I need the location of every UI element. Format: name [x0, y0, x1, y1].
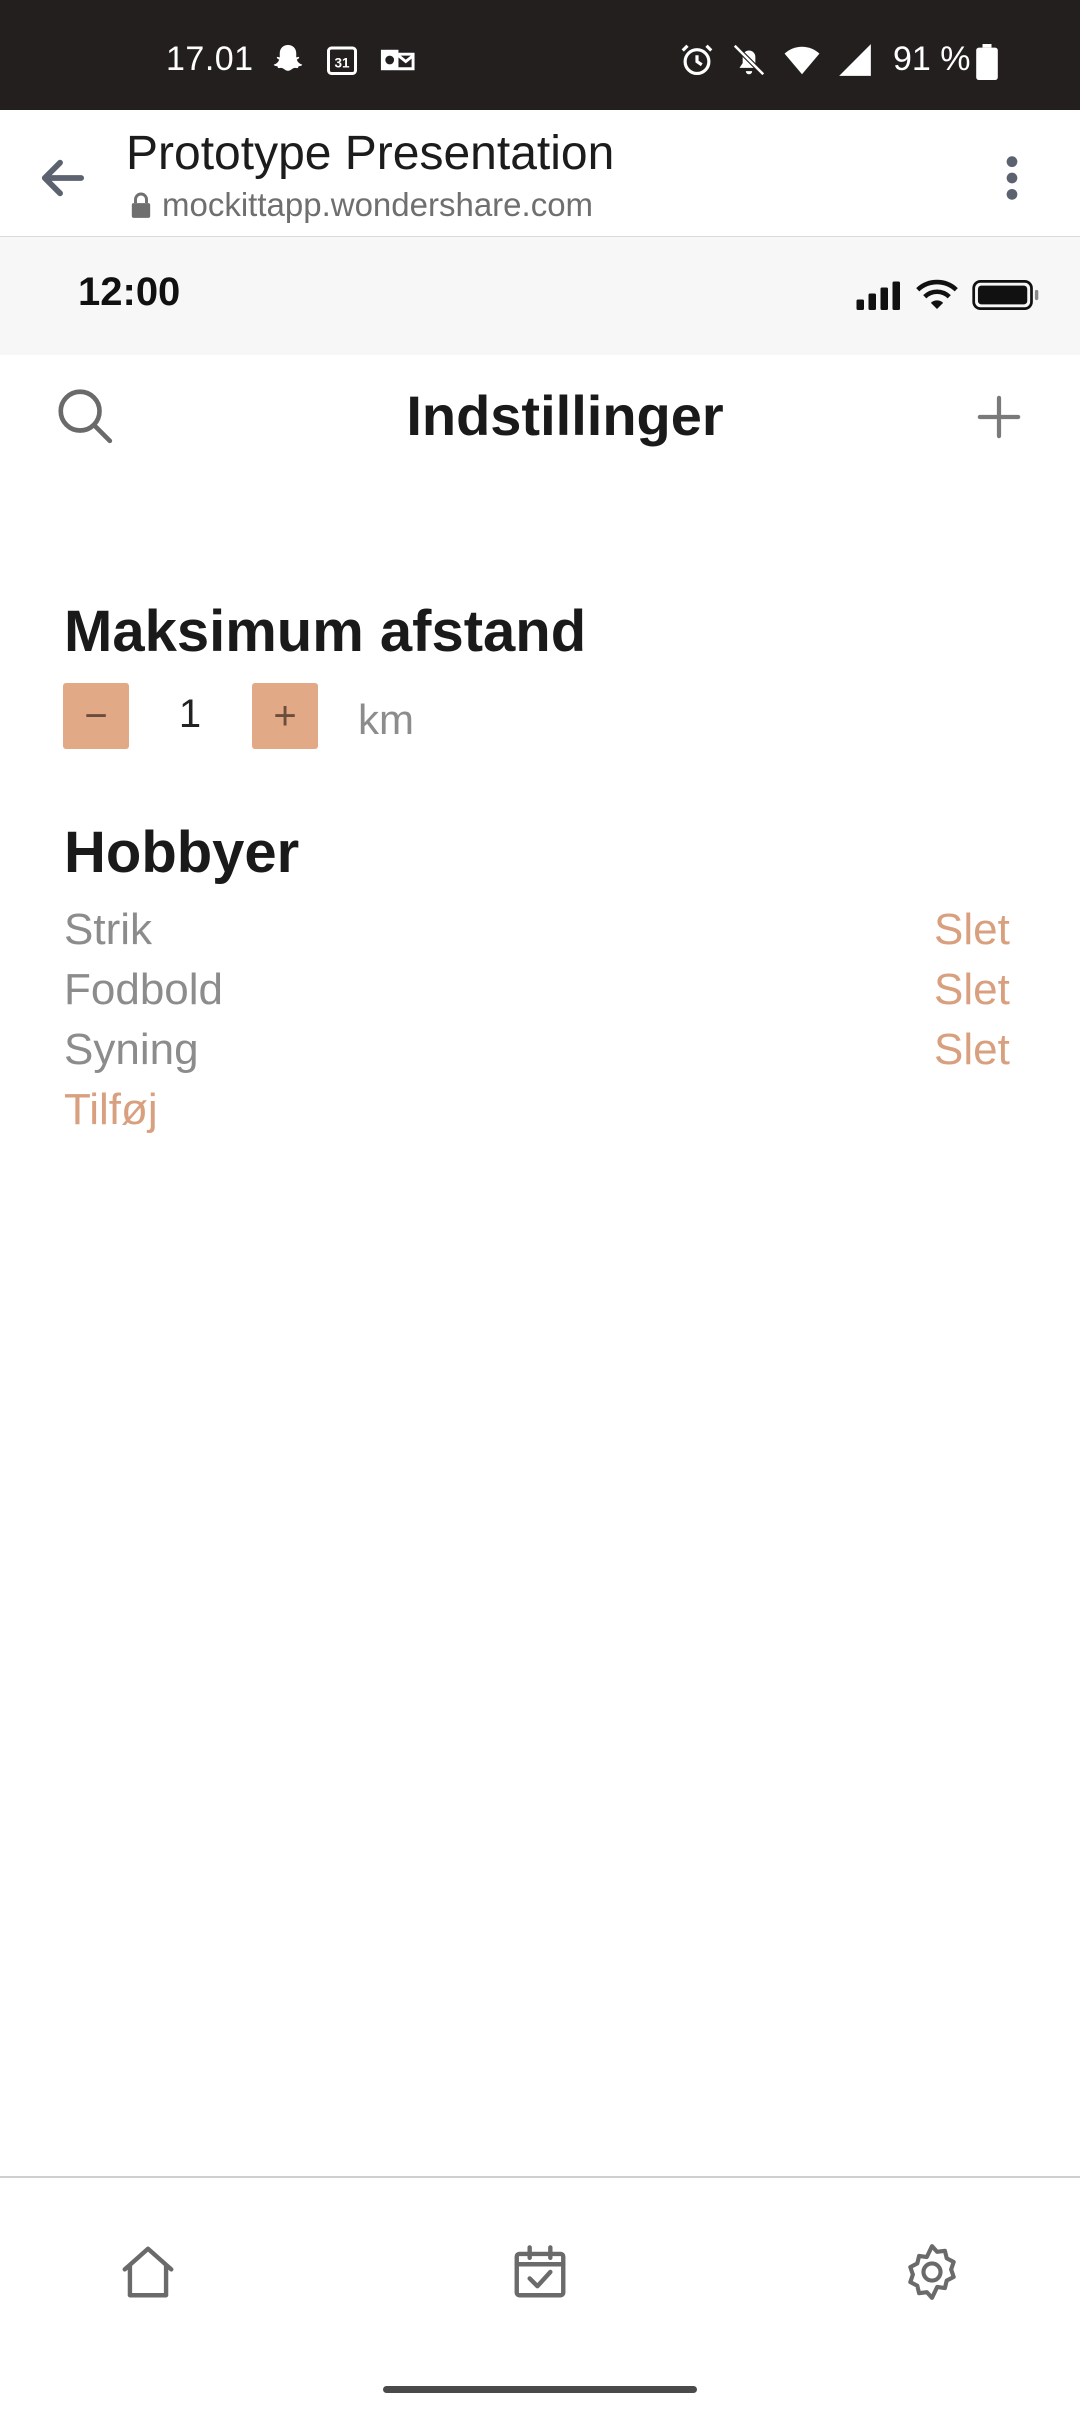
wifi-icon [916, 279, 958, 309]
system-status-bar: 17.01 31 91 % [0, 0, 1080, 110]
decrease-distance-button[interactable]: − [63, 683, 129, 749]
distance-section-title: Maksimum afstand [64, 599, 587, 664]
plus-icon [977, 395, 1021, 439]
delete-hobby-syning-button[interactable]: Slet [934, 1025, 1010, 1075]
delete-hobby-fodbold-button[interactable]: Slet [934, 965, 1010, 1015]
hobbies-section-title: Hobbyer [64, 820, 300, 885]
nav-settings-button[interactable] [892, 2232, 972, 2312]
browser-page-title: Prototype Presentation [126, 127, 615, 180]
hobby-item-strik: Strik [64, 905, 152, 954]
wifi-icon [782, 41, 822, 84]
arrow-left-icon [41, 159, 85, 197]
system-time: 17.01 [166, 40, 254, 78]
battery-icon [972, 280, 1039, 310]
nav-home-button[interactable] [108, 2232, 188, 2312]
bottom-nav-divider [0, 2176, 1080, 2178]
status-icons [678, 42, 874, 82]
add-hobby-link[interactable]: Tilføj [64, 1085, 158, 1135]
browser-toolbar: Prototype Presentation mockittapp.wonder… [0, 110, 1080, 238]
svg-text:31: 31 [334, 55, 350, 70]
calendar-31-icon: 31 [324, 42, 360, 83]
alarm-icon [678, 41, 716, 84]
prototype-status-bar: 12:00 [0, 237, 1080, 355]
back-button[interactable] [30, 146, 94, 210]
lock-icon [131, 192, 151, 218]
distance-value: 1 [178, 692, 202, 736]
home-icon [122, 2246, 174, 2298]
signal-icon [836, 41, 874, 84]
increase-distance-button[interactable]: + [252, 683, 318, 749]
url-text: mockittapp.wondershare.com [162, 186, 594, 223]
delete-hobby-strik-button[interactable]: Slet [934, 905, 1010, 955]
battery-icon [976, 44, 998, 85]
hobby-item-fodbold: Fodbold [64, 965, 224, 1014]
nav-calendar-button[interactable] [500, 2232, 580, 2312]
notification-icons: 31 [270, 42, 416, 82]
snapchat-icon [270, 42, 306, 83]
prototype-status-icons [856, 275, 1040, 315]
distance-unit: km [358, 696, 414, 743]
more-vertical-icon [1006, 156, 1018, 200]
add-button[interactable] [966, 384, 1032, 450]
outlook-icon [378, 42, 416, 83]
prototype-time: 12:00 [78, 270, 181, 314]
hobby-item-syning: Syning [64, 1025, 199, 1074]
cellular-signal-icon [856, 281, 900, 310]
settings-gear-icon [908, 2244, 956, 2300]
url-bar[interactable]: mockittapp.wondershare.com [130, 186, 593, 224]
more-options-button[interactable] [982, 146, 1042, 210]
gesture-home-indicator[interactable] [383, 2386, 697, 2393]
bell-off-icon [730, 41, 768, 84]
calendar-check-icon [514, 2245, 566, 2298]
battery-percentage: 91 % [893, 40, 971, 78]
page-title: Indstillinger [406, 384, 724, 447]
